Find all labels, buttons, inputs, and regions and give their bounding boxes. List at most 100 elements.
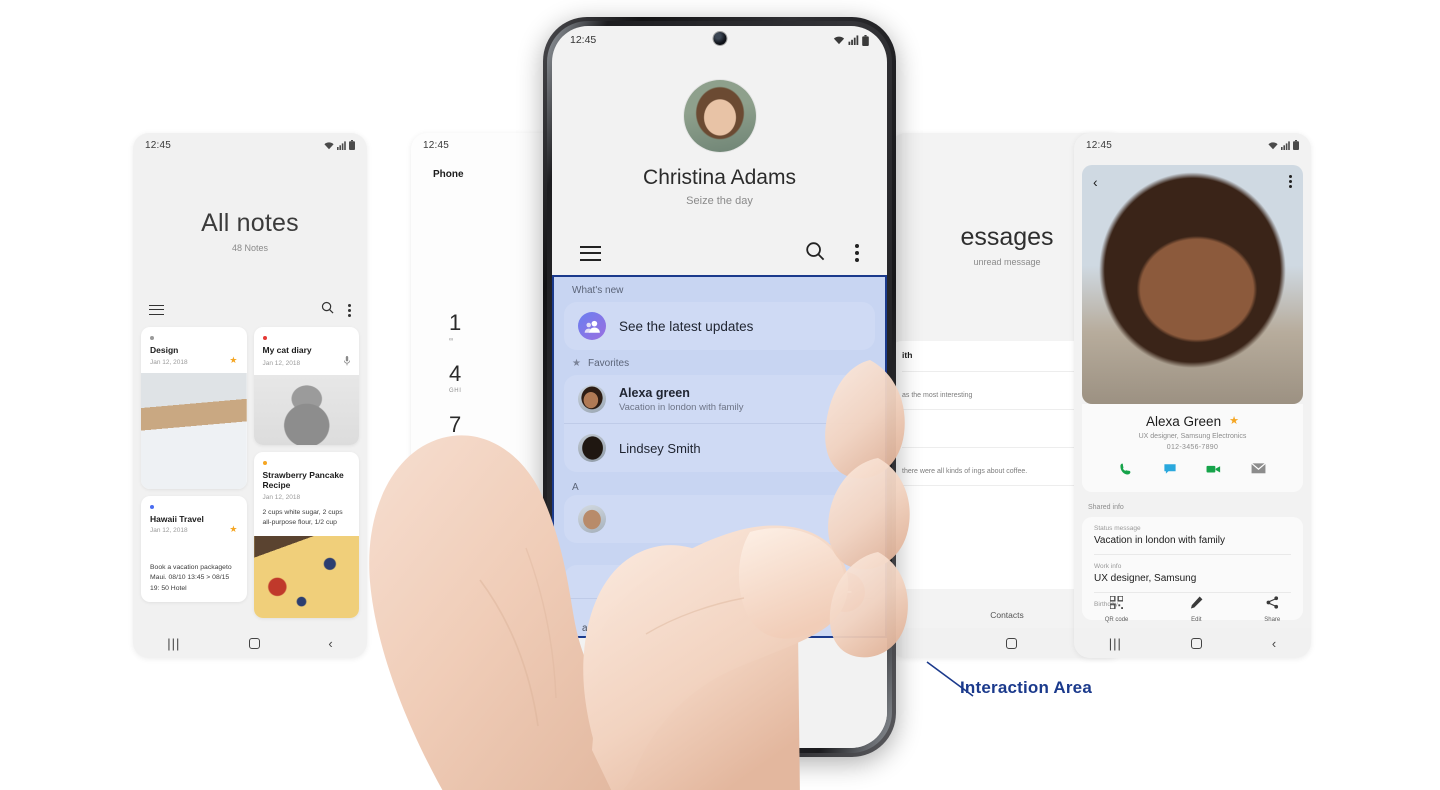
- note-card[interactable]: My cat diary Jan 12, 2018: [253, 327, 359, 445]
- conversation-name: ith: [902, 350, 913, 360]
- note-date: Jan 12, 2018: [150, 358, 188, 366]
- note-card[interactable]: Strawberry Pancake Recipe Jan 12, 2018 2…: [253, 451, 359, 619]
- contact-photo: ‹: [1082, 165, 1303, 404]
- shared-info-label: Shared info: [1088, 504, 1124, 511]
- contact-field[interactable]: Work info UX designer, Samsung: [1094, 555, 1291, 593]
- star-icon[interactable]: ★: [229, 524, 237, 534]
- signal-icon: [848, 35, 859, 45]
- plus-icon: [838, 585, 852, 599]
- edit-label: Edit: [1191, 616, 1202, 623]
- status-bar: 12:45: [552, 26, 887, 54]
- status-time: 12:45: [1086, 139, 1113, 151]
- avatar: [578, 505, 606, 533]
- note-date: Jan 12, 2018: [150, 527, 188, 535]
- battery-icon: [1293, 140, 1299, 150]
- avatar: [578, 385, 606, 413]
- status-time: 12:45: [145, 139, 172, 151]
- hero-phone-device: 12:45 Christina Adams Seize the day What…: [543, 17, 896, 757]
- contact-status: Vacation in london with family: [619, 401, 744, 413]
- note-card[interactable]: Hawaii Travel Jan 12, 2018 ★ Book a vaca…: [141, 495, 247, 602]
- back-icon[interactable]: ‹: [328, 636, 332, 651]
- status-time: 12:45: [423, 139, 450, 151]
- notes-app-panel: 12:45 All notes 48 Notes Design Jan 12, …: [133, 133, 367, 658]
- battery-icon: [349, 140, 355, 150]
- status-bar: 12:45: [133, 133, 367, 157]
- contacts-group-a: [564, 495, 875, 543]
- microphone-icon[interactable]: [344, 355, 350, 368]
- contact-role: UX designer, Samsung Electronics: [1138, 433, 1247, 440]
- hamburger-icon[interactable]: [149, 304, 164, 316]
- front-camera-icon: [713, 32, 726, 45]
- profile-status-message: Seize the day: [686, 195, 753, 207]
- tab-contacts[interactable]: Contacts: [990, 610, 1024, 620]
- wifi-icon: [833, 35, 845, 45]
- search-icon[interactable]: [321, 301, 334, 319]
- add-contact-fab[interactable]: [825, 572, 865, 612]
- mail-icon[interactable]: [1251, 462, 1266, 481]
- edit-button[interactable]: Edit: [1190, 596, 1203, 623]
- whats-new-card: See the latest updates: [564, 302, 875, 350]
- star-icon[interactable]: ★: [1229, 416, 1239, 427]
- home-icon[interactable]: [248, 637, 260, 649]
- note-title: My cat diary: [262, 345, 312, 355]
- share-icon: [1266, 595, 1278, 609]
- favorites-text: Favorites: [587, 358, 630, 369]
- note-thumbnail: [253, 374, 359, 445]
- avatar: [578, 434, 606, 462]
- contact-bottom-bar: QR code Edit Share: [1074, 590, 1311, 628]
- avatar[interactable]: [683, 80, 756, 152]
- share-label: Share: [1264, 616, 1281, 623]
- note-date: Jan 12, 2018: [262, 359, 301, 367]
- recents-icon[interactable]: |||: [167, 636, 180, 651]
- back-icon[interactable]: ‹: [768, 715, 774, 735]
- qr-code-icon: [1109, 594, 1124, 610]
- home-icon[interactable]: [1191, 637, 1203, 649]
- status-icons: [833, 34, 869, 46]
- recents-icon[interactable]: |||: [1109, 636, 1122, 651]
- list-item[interactable]: [564, 495, 875, 543]
- note-title: Design: [150, 345, 179, 355]
- note-title: Strawberry Pancake Recipe: [262, 469, 344, 491]
- message-icon[interactable]: [1163, 462, 1177, 481]
- list-item[interactable]: Lindsey Smith: [564, 423, 875, 472]
- contact-field[interactable]: Status message Vacation in london with f…: [1094, 517, 1291, 555]
- home-icon[interactable]: [665, 717, 681, 733]
- android-nav-bar: ||| ‹: [1074, 628, 1311, 658]
- share-button[interactable]: Share: [1264, 595, 1281, 623]
- wifi-icon: [1268, 141, 1278, 150]
- qr-code-button[interactable]: QR code: [1105, 594, 1128, 623]
- kebab-icon[interactable]: [1289, 175, 1292, 188]
- back-icon[interactable]: ‹: [1272, 636, 1276, 651]
- contact-name: Lindsey Smith: [619, 440, 701, 456]
- callout-label: Interaction Area: [960, 678, 1092, 697]
- note-card[interactable]: Design Jan 12, 2018 ★: [141, 327, 247, 489]
- note-color-dot: [262, 336, 267, 340]
- pencil-icon: [1190, 596, 1203, 608]
- kebab-icon[interactable]: [855, 244, 859, 262]
- contact-actions: [1082, 462, 1303, 481]
- video-icon[interactable]: [1206, 462, 1221, 481]
- home-icon[interactable]: [1005, 637, 1017, 649]
- battery-icon: [862, 34, 869, 46]
- note-color-dot: [150, 504, 154, 509]
- back-chevron-icon[interactable]: ‹: [1093, 175, 1098, 394]
- note-body: Book a vacation packageto Maui. 08/10 13…: [150, 564, 232, 592]
- note-title: Hawaii Travel: [150, 513, 204, 524]
- kebab-icon[interactable]: [348, 303, 351, 317]
- signal-icon: [337, 140, 346, 150]
- contact-name: Alexa Green: [1146, 414, 1222, 429]
- section-label-a: A: [572, 482, 579, 493]
- see-latest-updates-label: See the latest updates: [619, 318, 754, 334]
- status-icons: [324, 140, 355, 150]
- phone-icon[interactable]: [1119, 462, 1133, 481]
- notes-hero: All notes 48 Notes: [133, 157, 367, 253]
- hamburger-icon[interactable]: [580, 245, 601, 261]
- contact-phone-number: 012-3456-7890: [1166, 444, 1219, 451]
- note-thumbnail: [253, 536, 359, 619]
- status-bar: 12:45: [1074, 133, 1311, 157]
- search-icon[interactable]: [805, 241, 825, 266]
- list-item[interactable]: See the latest updates: [564, 302, 875, 350]
- list-item[interactable]: Alexa green Vacation in london with fami…: [564, 375, 875, 423]
- field-value: UX designer, Samsung: [1094, 573, 1197, 584]
- star-icon[interactable]: ★: [229, 356, 237, 365]
